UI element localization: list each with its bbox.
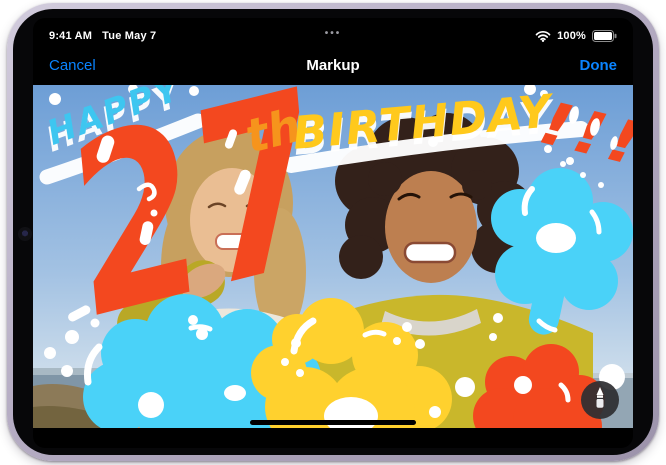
markup-canvas[interactable]: HAPPY 27 th BIRTHDAY !!! — [33, 85, 633, 428]
home-indicator[interactable] — [250, 420, 416, 425]
battery-icon — [592, 30, 617, 42]
multitasking-menu-button[interactable]: ••• — [325, 28, 342, 39]
markup-toolbar: Cancel Markup Done — [33, 46, 633, 85]
done-button[interactable]: Done — [580, 57, 618, 74]
screenshot-stage: 9:41 AM Tue May 7 ••• 100% — [0, 0, 666, 465]
cancel-button[interactable]: Cancel — [49, 57, 96, 74]
pen-tool-button[interactable] — [581, 381, 619, 419]
status-bar: 9:41 AM Tue May 7 ••• 100% — [33, 18, 633, 46]
screen: 9:41 AM Tue May 7 ••• 100% — [33, 18, 633, 448]
ipad-frame: 9:41 AM Tue May 7 ••• 100% — [7, 3, 659, 461]
page-title: Markup — [306, 57, 359, 74]
status-left-group: 9:41 AM Tue May 7 — [49, 30, 156, 42]
marker-pen-icon — [592, 386, 608, 414]
status-time: 9:41 AM — [49, 30, 92, 42]
status-date: Tue May 7 — [102, 30, 156, 42]
front-camera-icon — [18, 227, 32, 241]
battery-percent: 100% — [557, 30, 586, 42]
status-right-group: 100% — [535, 30, 617, 42]
wifi-icon — [535, 30, 551, 42]
